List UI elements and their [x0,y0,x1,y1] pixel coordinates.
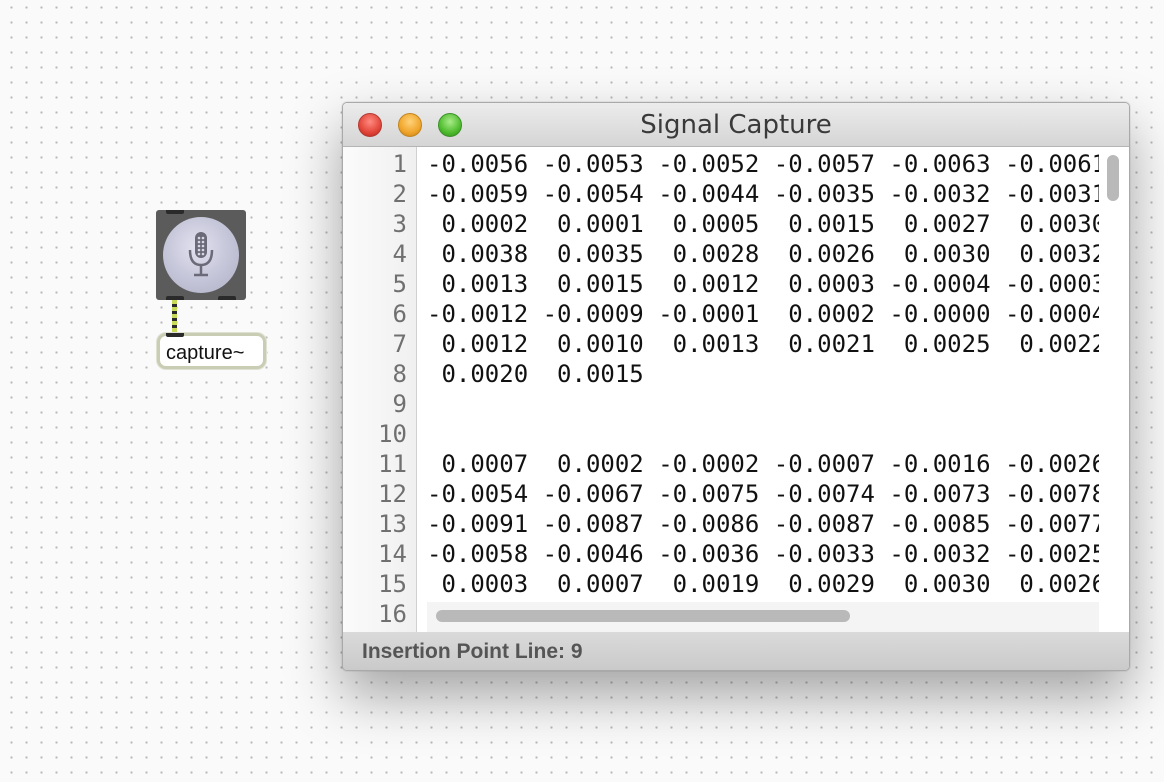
status-bar: Insertion Point Line: 9 [343,632,1129,670]
adc-outlet-right[interactable] [218,296,236,300]
line-number: 5 [392,270,407,298]
line-number: 6 [392,300,407,328]
line-text[interactable]: 0.0020 0.0015 [427,359,1099,389]
line-number: 14 [378,540,407,568]
insertion-point-status: Insertion Point Line: 9 [362,640,583,663]
line-number: 3 [392,210,407,238]
line-number: 8 [392,360,407,388]
line-number: 4 [392,240,407,268]
ezadc-object[interactable] [156,210,246,300]
editor-line[interactable]: 7 0.0012 0.0010 0.0013 0.0021 0.0025 0.0… [343,329,1129,359]
line-text[interactable]: 0.0038 0.0035 0.0028 0.0026 0.0030 0.003… [427,239,1099,269]
editor-line[interactable]: 11 0.0007 0.0002 -0.0002 -0.0007 -0.0016… [343,449,1129,479]
line-text[interactable]: -0.0054 -0.0067 -0.0075 -0.0074 -0.0073 … [427,479,1099,509]
editor-line[interactable]: 9 [343,389,1129,419]
line-number: 12 [378,480,407,508]
adc-inlet[interactable] [166,210,184,214]
editor-line[interactable]: 15 0.0003 0.0007 0.0019 0.0029 0.0030 0.… [343,569,1129,599]
capture-object-label: capture~ [166,342,245,364]
line-number: 7 [392,330,407,358]
line-number: 10 [378,420,407,448]
line-text[interactable]: -0.0012 -0.0009 -0.0001 0.0002 -0.0000 -… [427,299,1099,329]
line-number: 11 [378,450,407,478]
line-number: 13 [378,510,407,538]
line-text[interactable]: 0.0007 0.0002 -0.0002 -0.0007 -0.0016 -0… [427,449,1099,479]
line-text[interactable]: 0.0012 0.0010 0.0013 0.0021 0.0025 0.002… [427,329,1099,359]
window-title: Signal Capture [640,110,832,140]
editor-line[interactable]: 13 -0.0091 -0.0087 -0.0086 -0.0087 -0.008… [343,509,1129,539]
line-number: 9 [392,390,407,418]
editor-line[interactable]: 6 -0.0012 -0.0009 -0.0001 0.0002 -0.0000 … [343,299,1129,329]
line-number: 1 [392,150,407,178]
text-editor[interactable]: 1 -0.0056 -0.0053 -0.0052 -0.0057 -0.0063… [343,147,1129,633]
line-text[interactable]: 0.0003 0.0007 0.0019 0.0029 0.0030 0.002… [427,569,1099,599]
title-bar[interactable]: Signal Capture [343,103,1129,147]
horizontal-scrollbar[interactable] [436,610,850,622]
editor-line[interactable]: 1 -0.0056 -0.0053 -0.0052 -0.0057 -0.0063… [343,149,1129,179]
line-text[interactable]: -0.0058 -0.0046 -0.0036 -0.0033 -0.0032 … [427,539,1099,569]
editor-line[interactable]: 10 [343,419,1129,449]
line-number: 15 [378,570,407,598]
microphone-button[interactable] [163,217,239,293]
line-text[interactable]: -0.0056 -0.0053 -0.0052 -0.0057 -0.0063 … [427,149,1099,179]
line-number: 2 [392,180,407,208]
line-number: 16 [378,600,407,628]
editor-line[interactable]: 12 -0.0054 -0.0067 -0.0075 -0.0074 -0.007… [343,479,1129,509]
editor-line[interactable]: 2 -0.0059 -0.0054 -0.0044 -0.0035 -0.0032… [343,179,1129,209]
signal-capture-window: Signal Capture 1 -0.0056 -0.0053 -0.0052 … [342,102,1130,671]
vertical-scrollbar[interactable] [1107,155,1119,201]
patch-cord[interactable] [172,300,177,334]
microphone-icon [188,232,214,277]
line-text[interactable]: -0.0059 -0.0054 -0.0044 -0.0035 -0.0032 … [427,179,1099,209]
capture-object[interactable]: capture~ [157,333,266,369]
line-text[interactable]: 0.0002 0.0001 0.0005 0.0015 0.0027 0.003… [427,209,1099,239]
editor-line[interactable]: 4 0.0038 0.0035 0.0028 0.0026 0.0030 0.0… [343,239,1129,269]
editor-line[interactable]: 14 -0.0058 -0.0046 -0.0036 -0.0033 -0.003… [343,539,1129,569]
line-text[interactable]: 0.0013 0.0015 0.0012 0.0003 -0.0004 -0.0… [427,269,1099,299]
editor-line[interactable]: 3 0.0002 0.0001 0.0005 0.0015 0.0027 0.0… [343,209,1129,239]
capture-inlet[interactable] [166,333,184,337]
editor-line[interactable]: 5 0.0013 0.0015 0.0012 0.0003 -0.0004 -0… [343,269,1129,299]
editor-line[interactable]: 8 0.0020 0.0015 [343,359,1129,389]
line-text[interactable]: -0.0091 -0.0087 -0.0086 -0.0087 -0.0085 … [427,509,1099,539]
